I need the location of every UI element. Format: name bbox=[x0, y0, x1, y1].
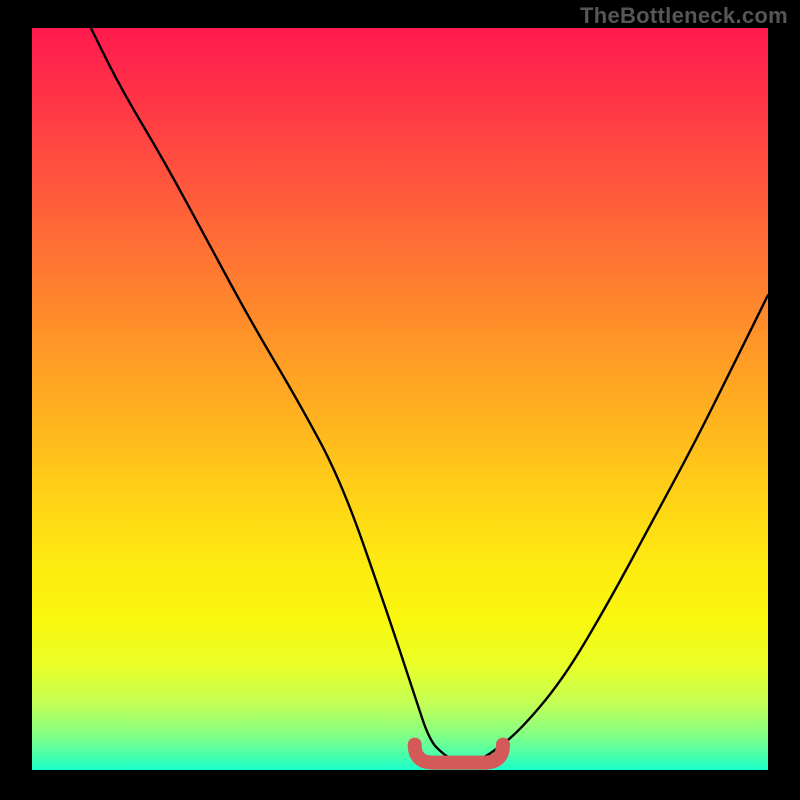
bottleneck-curve bbox=[91, 28, 768, 763]
watermark-text: TheBottleneck.com bbox=[580, 3, 788, 29]
chart-frame: TheBottleneck.com bbox=[0, 0, 800, 800]
curve-svg bbox=[32, 28, 768, 770]
plot-area bbox=[32, 28, 768, 770]
